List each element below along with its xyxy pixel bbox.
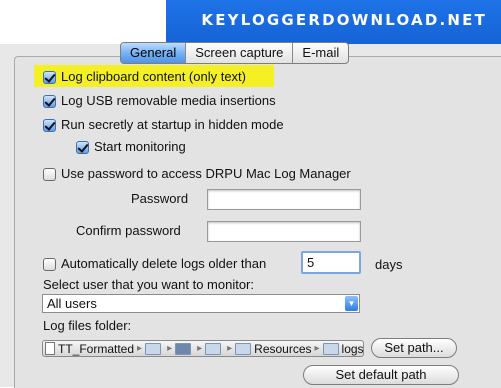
use-password-checkbox[interactable] xyxy=(43,167,56,181)
auto-delete-label: Automatically delete logs older than xyxy=(61,256,267,271)
confirm-password-field[interactable] xyxy=(207,221,361,242)
run-secretly-label: Run secretly at startup in hidden mode xyxy=(61,117,284,132)
folder-icon xyxy=(145,342,162,355)
tab-bar: General Screen capture E-mail xyxy=(120,42,350,64)
path-segment-tt-formatted[interactable]: TT_Formatted xyxy=(43,342,136,356)
path-separator-icon: ▸ xyxy=(167,343,173,354)
auto-delete-option[interactable]: Automatically delete logs older than xyxy=(43,256,266,272)
start-monitoring-checkbox[interactable] xyxy=(76,140,89,154)
use-password-label: Use password to access DRPU Mac Log Mana… xyxy=(61,166,351,181)
dropdown-arrow-icon[interactable]: ▼ xyxy=(345,296,358,311)
select-user-label: Select user that you want to monitor: xyxy=(43,277,254,292)
tab-general[interactable]: General xyxy=(121,43,187,63)
path-separator-icon: ▸ xyxy=(137,343,143,354)
set-default-path-button[interactable]: Set default path xyxy=(303,365,459,385)
log-clipboard-label: Log clipboard content (only text) xyxy=(61,69,246,84)
folder-icon xyxy=(235,342,252,355)
user-select-value: All users xyxy=(47,296,97,311)
run-secretly-option[interactable]: Run secretly at startup in hidden mode xyxy=(43,117,284,133)
path-segment-folder[interactable] xyxy=(173,342,196,355)
start-monitoring-label: Start monitoring xyxy=(94,139,186,154)
folder-icon xyxy=(205,342,222,355)
document-icon xyxy=(45,342,55,355)
run-secretly-checkbox[interactable] xyxy=(43,118,56,132)
path-separator-icon: ▸ xyxy=(197,343,203,354)
days-unit-label: days xyxy=(375,257,403,272)
banner-text: KEYLOGGERDOWNLOAD.NET xyxy=(201,11,487,29)
path-segment-resources[interactable]: Resources xyxy=(233,342,313,356)
path-segment-logs[interactable]: logs xyxy=(321,342,363,356)
website-banner: KEYLOGGERDOWNLOAD.NET xyxy=(166,0,501,44)
path-separator-icon: ▸ xyxy=(227,343,233,354)
tab-screen-capture[interactable]: Screen capture xyxy=(186,43,294,63)
confirm-password-label: Confirm password xyxy=(76,223,181,238)
auto-delete-checkbox[interactable] xyxy=(43,257,56,271)
start-monitoring-option[interactable]: Start monitoring xyxy=(76,139,186,155)
tab-email[interactable]: E-mail xyxy=(293,43,348,63)
password-label: Password xyxy=(131,191,189,206)
log-usb-option[interactable]: Log USB removable media insertions xyxy=(43,93,276,109)
log-clipboard-option[interactable]: Log clipboard content (only text) xyxy=(43,69,246,85)
application-folder-icon xyxy=(175,342,192,355)
user-select[interactable]: All users ▼ xyxy=(42,294,360,313)
log-usb-label: Log USB removable media insertions xyxy=(61,93,276,108)
log-clipboard-checkbox[interactable] xyxy=(43,70,56,84)
log-folder-path-control[interactable]: TT_Formatted ▸ ▸ ▸ ▸ Resources ▸ logs xyxy=(42,340,364,357)
set-path-button[interactable]: Set path... xyxy=(371,338,457,358)
log-folder-label: Log files folder: xyxy=(43,318,132,333)
path-separator-icon: ▸ xyxy=(314,343,320,354)
folder-icon xyxy=(322,342,339,355)
use-password-option[interactable]: Use password to access DRPU Mac Log Mana… xyxy=(43,166,351,182)
path-segment-folder[interactable] xyxy=(143,342,166,355)
days-input[interactable]: 5 xyxy=(301,251,361,274)
path-segment-folder[interactable] xyxy=(203,342,226,355)
password-field[interactable] xyxy=(207,189,361,210)
log-usb-checkbox[interactable] xyxy=(43,94,56,108)
